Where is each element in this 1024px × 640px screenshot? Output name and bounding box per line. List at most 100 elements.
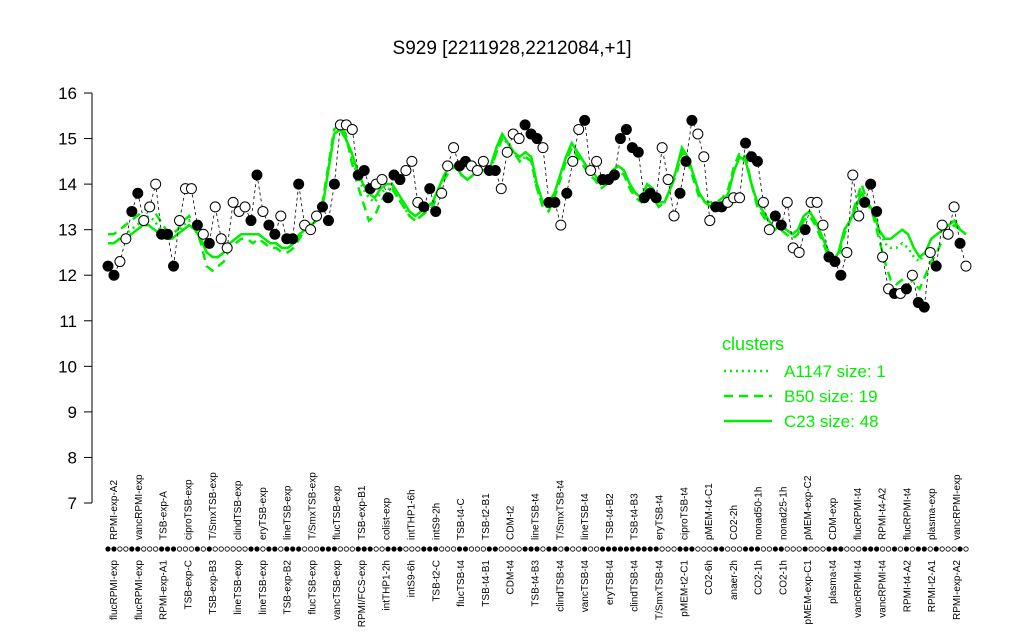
data-point <box>674 187 686 199</box>
rug-mark <box>468 546 475 552</box>
rug-mark <box>754 546 761 552</box>
rug-mark <box>725 546 731 552</box>
y-tick-label: 13 <box>58 221 77 240</box>
rug-mark <box>278 546 284 552</box>
x-tick-label-top: lineTSB-t4 <box>531 493 542 540</box>
rug-mark <box>194 546 200 552</box>
data-point <box>221 242 233 254</box>
rug-mark <box>218 546 224 552</box>
data-point <box>936 219 948 231</box>
rug-mark <box>439 546 445 552</box>
data-point <box>471 164 483 176</box>
rug-mark <box>760 546 767 552</box>
data-point <box>305 224 317 236</box>
rug-mark <box>313 546 320 552</box>
x-tick-label-top: colist-exp <box>382 497 393 540</box>
rug-mark <box>111 546 117 552</box>
rug-mark <box>474 546 481 552</box>
rug-mark <box>927 546 933 552</box>
legend-title: clusters <box>722 334 784 354</box>
rug-mark <box>123 546 129 552</box>
rug-mark <box>296 546 302 552</box>
x-tick-label-top: CDM-exp <box>828 497 839 540</box>
data-point <box>847 169 859 181</box>
x-tick-label-bottom: vancTSB-t4 <box>580 560 591 613</box>
data-point <box>436 187 448 199</box>
data-point <box>960 260 972 272</box>
rug-mark <box>874 546 880 552</box>
rug-mark <box>814 546 820 552</box>
data-point <box>168 260 180 272</box>
rug-mark <box>391 546 397 552</box>
data-point <box>489 164 501 176</box>
data-point <box>185 183 197 195</box>
x-tick-label-bottom: TSB-exp-B2 <box>283 560 294 615</box>
x-tick-label-top: ciproTSB-t4 <box>679 487 690 540</box>
rug-mark <box>796 546 802 552</box>
data-point <box>501 146 513 158</box>
x-tick-label-top: eryTSB-exp <box>258 487 269 540</box>
rug-mark <box>290 546 296 552</box>
rug-mark <box>683 546 689 552</box>
data-point <box>734 192 746 204</box>
rug-mark <box>719 546 725 552</box>
rug-mark <box>403 546 409 552</box>
data-point <box>948 201 960 213</box>
x-tick-label-top: ciproTSB-exp <box>183 479 194 540</box>
data-point <box>197 228 209 240</box>
x-tick-label-top: intTHP1-6h <box>407 489 418 540</box>
data-point <box>853 210 865 222</box>
rug-mark <box>945 546 951 552</box>
data-point <box>430 205 442 217</box>
rug-mark <box>462 546 469 552</box>
rug-mark <box>558 546 564 552</box>
data-point <box>591 155 603 167</box>
data-point <box>150 178 162 190</box>
rug-mark <box>200 546 206 552</box>
data-point <box>865 178 877 190</box>
rug-mark <box>272 546 278 552</box>
data-points <box>102 114 972 313</box>
rug-mark <box>445 546 451 552</box>
x-tick-label-bottom: flucRPMI-exp <box>109 560 120 620</box>
x-tick-label-bottom: TSB-t4-B3 <box>531 560 542 607</box>
rug-mark <box>713 546 719 552</box>
data-point <box>841 246 853 258</box>
rug-mark <box>176 546 183 552</box>
x-tick-label-bottom: CO2-1h <box>754 560 765 595</box>
rug-mark <box>576 546 582 552</box>
rug-mark <box>319 546 326 552</box>
rug-mark <box>588 546 594 552</box>
rug-mark <box>182 546 189 552</box>
rug-mark <box>641 546 647 552</box>
data-point <box>108 269 120 281</box>
data-point <box>942 228 954 240</box>
data-point <box>906 269 918 281</box>
y-tick-label: 14 <box>58 175 77 194</box>
y-tick-label: 11 <box>59 312 77 331</box>
rug-mark <box>879 546 886 552</box>
data-point <box>763 224 775 236</box>
rug-mark <box>147 546 153 552</box>
rug-mark <box>349 546 355 552</box>
rug-mark <box>260 546 266 552</box>
data-point <box>269 228 281 240</box>
rug-mark <box>611 546 618 552</box>
legend-label-a1147: A1147 size: 1 <box>784 362 886 381</box>
rug-mark <box>129 546 135 552</box>
x-tick-label-bottom: TSB-t2-C <box>431 560 442 602</box>
rug-mark <box>552 546 558 552</box>
data-point <box>406 155 418 167</box>
data-point <box>382 192 394 204</box>
rug-mark <box>492 546 498 552</box>
rug-mark <box>415 546 421 552</box>
data-point <box>608 169 620 181</box>
rug-mark <box>397 546 403 552</box>
rug-mark <box>331 546 338 552</box>
data-point <box>704 215 716 227</box>
data-point <box>549 196 561 208</box>
x-tick-label-bottom: intTHP1-2h <box>382 560 393 611</box>
data-point <box>680 155 692 167</box>
x-tick-label-bottom: CO2-1h <box>778 560 789 595</box>
rug-mark <box>742 546 749 552</box>
